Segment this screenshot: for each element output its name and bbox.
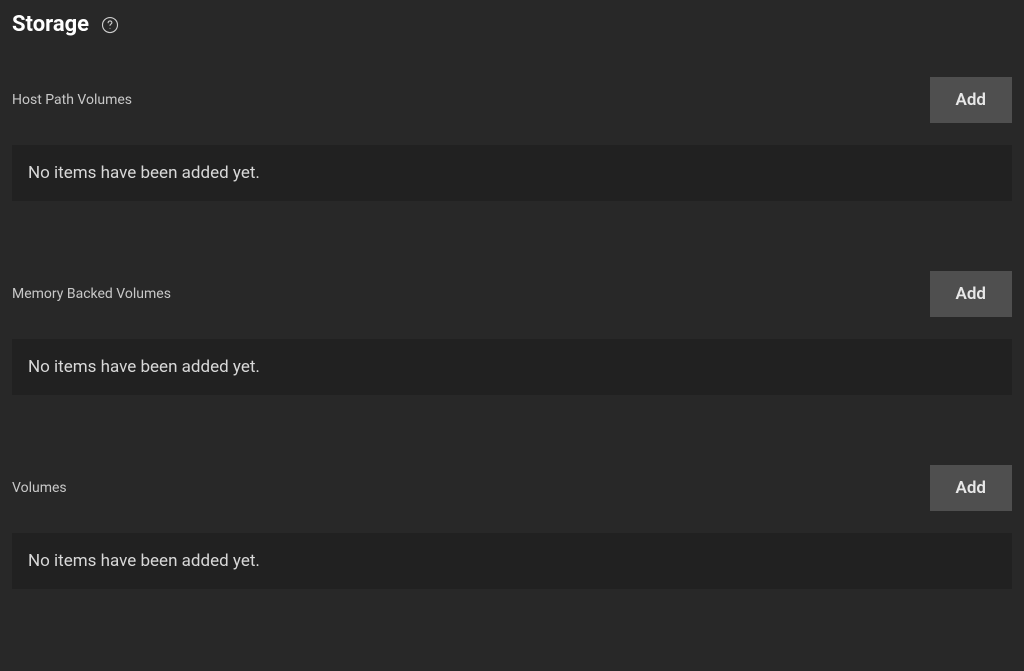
section-label: Volumes (12, 480, 67, 496)
empty-state: No items have been added yet. (12, 339, 1012, 395)
empty-state: No items have been added yet. (12, 145, 1012, 201)
add-host-path-volume-button[interactable]: Add (930, 77, 1013, 123)
section-label: Host Path Volumes (12, 92, 132, 108)
add-memory-backed-volume-button[interactable]: Add (930, 271, 1013, 317)
section-label: Memory Backed Volumes (12, 286, 171, 302)
section-memory-backed-volumes: Memory Backed Volumes Add No items have … (12, 271, 1012, 395)
section-host-path-volumes: Host Path Volumes Add No items have been… (12, 77, 1012, 201)
page-title: Storage (12, 12, 89, 37)
section-volumes: Volumes Add No items have been added yet… (12, 465, 1012, 589)
empty-state: No items have been added yet. (12, 533, 1012, 589)
section-header: Host Path Volumes Add (12, 77, 1012, 123)
section-header: Memory Backed Volumes Add (12, 271, 1012, 317)
section-header: Volumes Add (12, 465, 1012, 511)
page-header: Storage (12, 12, 1012, 37)
add-volume-button[interactable]: Add (930, 465, 1013, 511)
help-icon[interactable] (101, 16, 119, 34)
